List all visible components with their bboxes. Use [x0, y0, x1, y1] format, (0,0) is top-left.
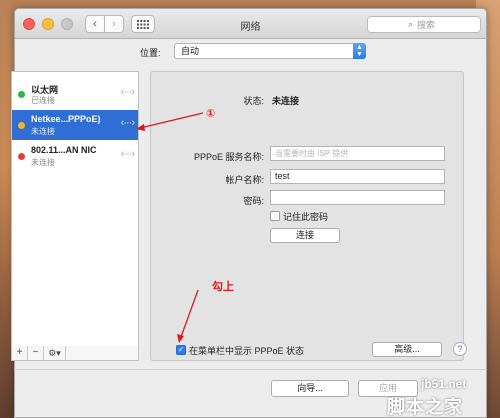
arrowhead-icon [136, 124, 145, 131]
annotation-number: ① [206, 108, 216, 120]
annotation-arrows [136, 112, 204, 343]
arrowhead-icon [177, 334, 184, 343]
annotation-check-label: 勾上 [212, 281, 234, 293]
annotation-arrow-1 [139, 112, 204, 129]
watermark-brand: 脚本之家 [387, 397, 463, 417]
watermark: jb51.net 脚本之家 [375, 375, 500, 418]
watermark-site: jb51.net [421, 377, 467, 391]
annotation-arrow-2 [180, 289, 199, 338]
